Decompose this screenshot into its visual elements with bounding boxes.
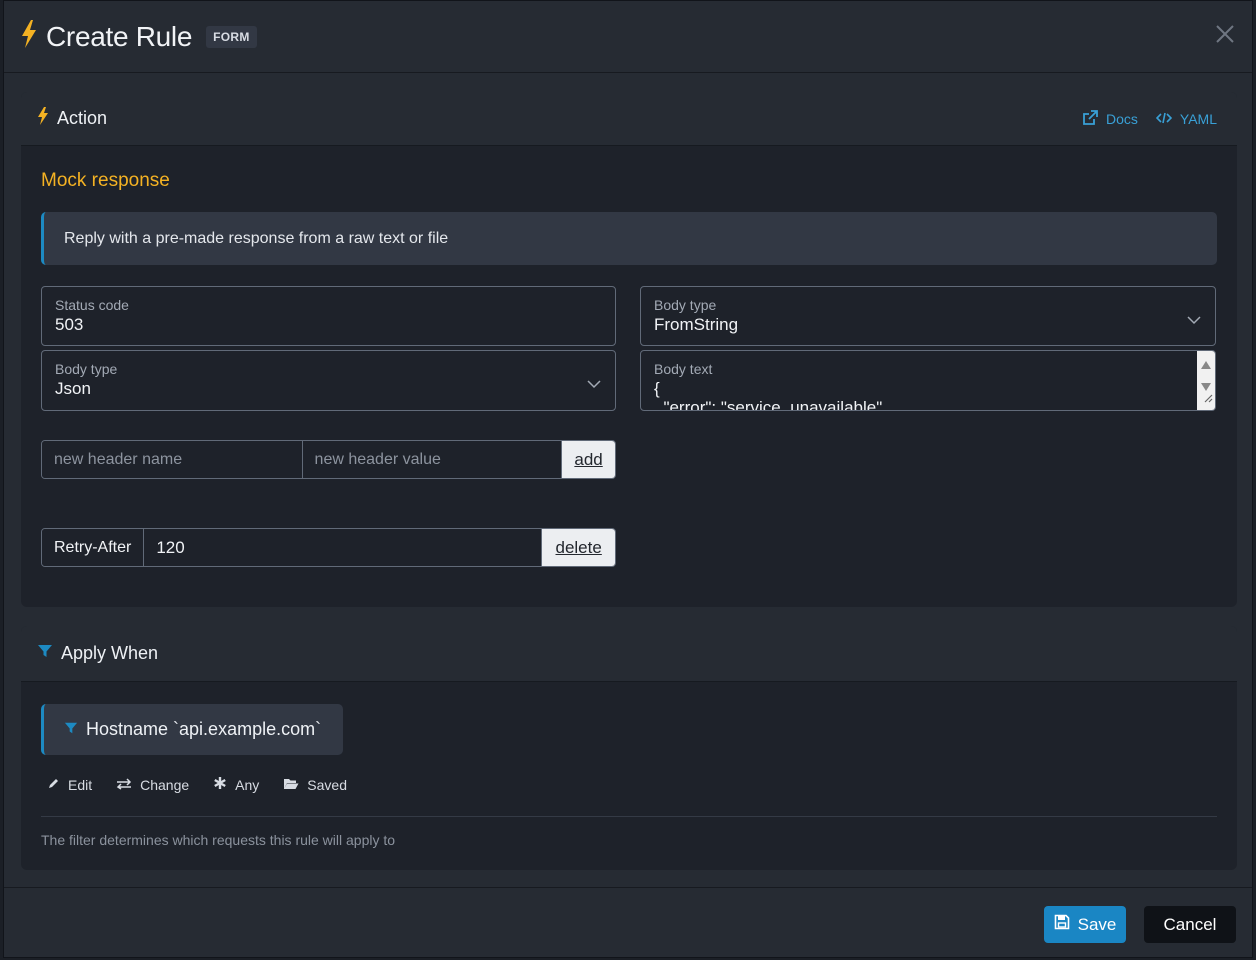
folder-open-icon	[283, 777, 299, 793]
filter-label: Hostname `api.example.com`	[86, 719, 322, 739]
edit-label: Edit	[68, 776, 93, 793]
textarea-scrollbar[interactable]	[1197, 351, 1215, 410]
info-box: Reply with a pre-made response from a ra…	[41, 212, 1217, 265]
create-rule-modal: Create Rule FORM Action Docs YAML Mock r…	[3, 0, 1253, 958]
header-name: Retry-After	[42, 529, 145, 566]
external-link-icon	[1083, 110, 1098, 128]
status-code-value: 503	[55, 315, 84, 334]
saved-button[interactable]: Saved	[283, 776, 347, 793]
form-badge: FORM	[206, 25, 257, 48]
lightning-icon	[20, 19, 38, 54]
body-type-label: Body type	[654, 297, 717, 313]
scroll-up-icon[interactable]	[1201, 356, 1211, 374]
modal-footer: Save Cancel	[4, 887, 1252, 959]
floppy-disk-icon	[1054, 914, 1070, 935]
divider	[41, 816, 1217, 817]
saved-label: Saved	[307, 776, 347, 793]
filter-icon	[64, 719, 78, 740]
docs-link[interactable]: Docs	[1083, 110, 1138, 128]
lightning-icon	[37, 106, 49, 131]
docs-label: Docs	[1106, 111, 1138, 127]
save-button[interactable]: Save	[1044, 906, 1126, 943]
any-label: Any	[235, 776, 260, 793]
body-text-value: { "error": "service_unavailable"	[654, 379, 883, 411]
change-button[interactable]: Change	[116, 776, 189, 793]
action-card: Action Docs YAML Mock response Reply wit…	[21, 92, 1237, 607]
modal-title: Create Rule	[46, 20, 193, 52]
body-type-label: Body type	[55, 361, 118, 377]
header-row: Retry-After 120 delete	[41, 528, 616, 567]
section-title: Mock response	[41, 170, 170, 191]
change-label: Change	[140, 776, 190, 793]
apply-when-card: Apply When Hostname `api.example.com` Ed…	[21, 626, 1237, 870]
yaml-label: YAML	[1179, 111, 1217, 127]
chevron-down-icon	[587, 376, 601, 389]
apply-when-title: Apply When	[61, 643, 159, 663]
delete-header-button[interactable]: delete	[542, 529, 615, 566]
filter-actions: Edit Change Any Saved	[47, 776, 347, 793]
action-card-header: Action Docs YAML	[21, 92, 1237, 146]
asterisk-icon	[213, 776, 227, 793]
edit-button[interactable]: Edit	[47, 776, 92, 793]
apply-when-header: Apply When	[21, 626, 1237, 682]
code-icon	[1155, 111, 1173, 127]
new-header-value-input[interactable]: new header value	[302, 441, 563, 478]
header-links: Docs YAML	[1083, 92, 1217, 146]
action-card-title: Action	[57, 108, 108, 128]
modal-header: Create Rule FORM	[4, 1, 1252, 73]
cancel-button[interactable]: Cancel	[1144, 906, 1236, 943]
body-type-select-right[interactable]: Body type FromString	[640, 286, 1216, 346]
chevron-down-icon	[1187, 312, 1201, 325]
resize-handle-icon[interactable]	[1203, 390, 1213, 408]
body-text-label: Body text	[654, 361, 713, 377]
status-code-label: Status code	[55, 297, 129, 313]
pencil-icon	[47, 777, 60, 793]
body-type-value: FromString	[654, 315, 739, 334]
header-value-input[interactable]: 120	[144, 529, 543, 566]
body-text-textarea[interactable]: Body text { "error": "service_unavailabl…	[640, 350, 1216, 411]
yaml-link[interactable]: YAML	[1155, 111, 1217, 127]
add-header-button[interactable]: add	[562, 441, 615, 478]
filter-pill[interactable]: Hostname `api.example.com`	[41, 704, 343, 755]
exchange-icon	[116, 777, 132, 793]
filter-icon	[37, 643, 53, 664]
any-button[interactable]: Any	[213, 776, 259, 793]
new-header-group: new header name new header value add	[41, 440, 616, 479]
close-icon[interactable]	[1214, 23, 1236, 45]
status-code-field[interactable]: Status code 503	[41, 286, 616, 346]
body-type-value: Json	[55, 379, 91, 398]
body-type-select-left[interactable]: Body type Json	[41, 350, 616, 411]
save-label: Save	[1077, 914, 1117, 934]
filter-helper-text: The filter determines which requests thi…	[41, 832, 396, 848]
new-header-name-input[interactable]: new header name	[42, 441, 303, 478]
